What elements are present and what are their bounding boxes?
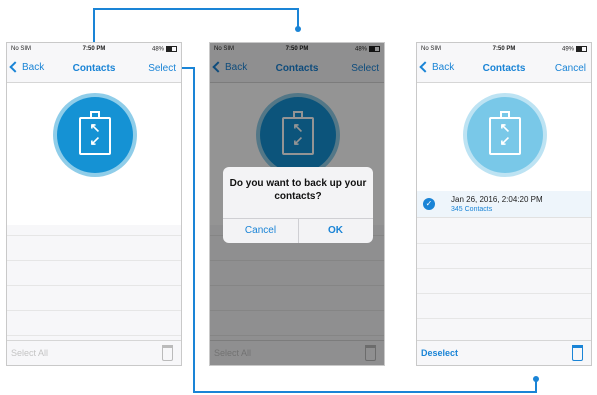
list-item bbox=[7, 286, 181, 311]
status-bar: No SIM 7:50 PM 49% bbox=[417, 43, 591, 56]
dialog-message: Do you want to back up your contacts? bbox=[229, 178, 367, 202]
list-item bbox=[7, 311, 181, 336]
navigation-bar: Back Contacts Cancel bbox=[417, 56, 591, 83]
connector-line bbox=[193, 67, 195, 392]
backup-button[interactable]: ↖ ↙ bbox=[53, 93, 137, 177]
connector-line bbox=[193, 391, 537, 393]
backup-list bbox=[417, 219, 591, 344]
connector-line bbox=[93, 8, 299, 10]
deselect-button[interactable]: Deselect bbox=[421, 348, 458, 358]
list-item bbox=[417, 294, 591, 319]
battery-indicator: 48% bbox=[152, 46, 177, 53]
connector-dot bbox=[533, 376, 539, 382]
trash-icon[interactable] bbox=[572, 345, 583, 361]
list-item bbox=[7, 261, 181, 286]
backup-list-item[interactable]: ✓ Jan 26, 2016, 2:04:20 PM 345 Contacts bbox=[417, 191, 591, 218]
connector-line bbox=[297, 8, 299, 28]
list-item bbox=[7, 211, 181, 236]
select-button[interactable]: Select bbox=[148, 63, 176, 74]
connector-dot bbox=[295, 26, 301, 32]
bottom-toolbar: Deselect bbox=[417, 340, 591, 365]
phone-screen-selection: No SIM 7:50 PM 49% Back Contacts Cancel … bbox=[416, 42, 592, 366]
battery-indicator: 49% bbox=[562, 46, 587, 53]
battery-icon bbox=[576, 46, 587, 52]
backup-button: ↖ ↙ bbox=[463, 93, 547, 177]
ok-button[interactable]: OK bbox=[298, 225, 373, 236]
phone-screen-contacts: No SIM 7:50 PM 48% Back Contacts Select … bbox=[6, 42, 182, 366]
navigation-bar: Back Contacts Select bbox=[7, 56, 181, 83]
phone-screen-confirm: No SIM 7:50 PM 48% Back Contacts Select … bbox=[209, 42, 385, 366]
bottom-toolbar: Select All bbox=[7, 340, 181, 365]
cancel-nav-button[interactable]: Cancel bbox=[555, 63, 586, 74]
backup-date: Jan 26, 2016, 2:04:20 PM bbox=[451, 195, 543, 204]
list-item bbox=[417, 219, 591, 244]
hero-area: ↖ ↙ bbox=[7, 83, 181, 225]
backup-count: 345 Contacts bbox=[451, 206, 493, 213]
select-all-button[interactable]: Select All bbox=[11, 348, 48, 358]
status-bar: No SIM 7:50 PM 48% bbox=[7, 43, 181, 56]
battery-icon bbox=[166, 46, 177, 52]
list-item bbox=[7, 236, 181, 261]
hero-area: ↖ ↙ bbox=[417, 83, 591, 191]
trash-icon[interactable] bbox=[162, 345, 173, 361]
backup-list bbox=[7, 211, 181, 336]
cancel-button[interactable]: Cancel bbox=[223, 225, 298, 236]
list-item bbox=[417, 244, 591, 269]
list-item bbox=[417, 269, 591, 294]
confirm-dialog: Do you want to back up your contacts? Ca… bbox=[223, 167, 373, 243]
checkmark-icon: ✓ bbox=[423, 198, 435, 210]
